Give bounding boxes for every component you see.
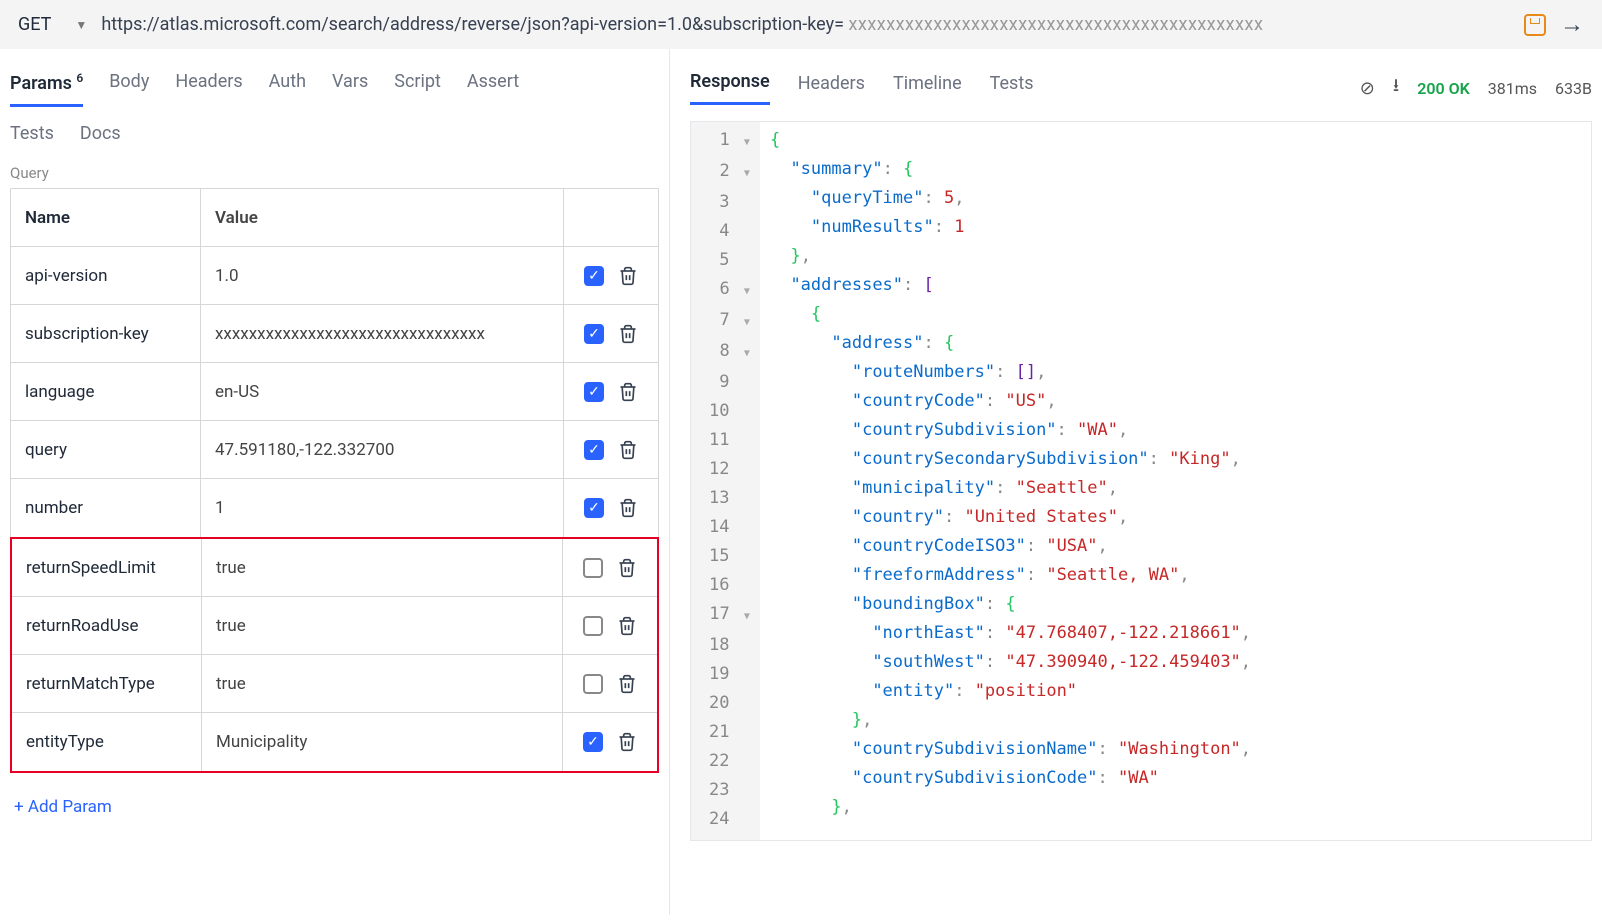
param-value[interactable]: true	[202, 539, 563, 596]
param-row: returnRoadUsetrue	[12, 597, 657, 655]
request-subtabs: Tests Docs	[6, 107, 663, 144]
param-row: subscription-keyxxxxxxxxxxxxxxxxxxxxxxxx…	[11, 305, 658, 363]
param-row: api-version1.0 ✓	[11, 247, 658, 305]
tab-response[interactable]: Response	[690, 71, 770, 105]
trash-icon[interactable]	[617, 731, 637, 753]
clear-icon[interactable]: ⊘	[1360, 78, 1375, 99]
param-actions	[563, 597, 657, 654]
subtab-docs[interactable]: Docs	[80, 123, 121, 144]
trash-icon[interactable]	[617, 615, 637, 637]
param-enabled-checkbox[interactable]: ✓	[584, 324, 604, 344]
col-header-actions	[564, 189, 658, 246]
add-param-button[interactable]: + Add Param	[6, 773, 663, 841]
param-enabled-checkbox[interactable]: ✓	[584, 382, 604, 402]
param-value[interactable]: en-US	[201, 363, 564, 420]
param-value[interactable]: 1.0	[201, 247, 564, 304]
param-value[interactable]: true	[202, 597, 563, 654]
param-value[interactable]: 1	[201, 479, 564, 537]
response-time: 381ms	[1488, 79, 1537, 98]
param-enabled-checkbox[interactable]: ✓	[584, 440, 604, 460]
param-table-header: Name Value	[11, 189, 658, 247]
tab-body[interactable]: Body	[109, 71, 149, 107]
param-enabled-checkbox[interactable]: ✓	[584, 266, 604, 286]
param-enabled-checkbox[interactable]	[583, 558, 603, 578]
save-icon[interactable]	[1524, 14, 1546, 36]
response-panel: Response Headers Timeline Tests ⊘ ⭳ 200 …	[670, 49, 1602, 915]
request-tabs: Params 6 Body Headers Auth Vars Script A…	[6, 49, 663, 107]
url-masked: xxxxxxxxxxxxxxxxxxxxxxxxxxxxxxxxxxxxxxxx…	[848, 14, 1263, 35]
param-actions: ✓	[564, 247, 658, 304]
response-body[interactable]: 1 ▼ 2 ▼ 3 4 5 6 ▼ 7 ▼ 8 ▼ 9 10 11 12 13 …	[690, 121, 1592, 841]
param-actions: ✓	[564, 479, 658, 537]
param-enabled-checkbox[interactable]: ✓	[584, 498, 604, 518]
tab-timeline[interactable]: Timeline	[893, 73, 962, 104]
trash-icon[interactable]	[618, 497, 638, 519]
param-value[interactable]: xxxxxxxxxxxxxxxxxxxxxxxxxxxxxxxx	[201, 305, 564, 362]
param-actions: ✓	[564, 305, 658, 362]
param-row: returnSpeedLimittrue	[12, 539, 657, 597]
param-name[interactable]: subscription-key	[11, 305, 201, 362]
trash-icon[interactable]	[617, 557, 637, 579]
subtab-tests[interactable]: Tests	[10, 123, 54, 144]
trash-icon[interactable]	[618, 381, 638, 403]
line-gutter: 1 ▼ 2 ▼ 3 4 5 6 ▼ 7 ▼ 8 ▼ 9 10 11 12 13 …	[691, 122, 760, 840]
param-row: returnMatchTypetrue	[12, 655, 657, 713]
response-tabs: Response Headers Timeline Tests ⊘ ⭳ 200 …	[690, 49, 1602, 105]
param-actions: ✓	[564, 363, 658, 420]
param-name[interactable]: entityType	[12, 713, 202, 771]
url-input[interactable]: https://atlas.microsoft.com/search/addre…	[101, 14, 1510, 35]
tab-tests[interactable]: Tests	[990, 73, 1034, 104]
trash-icon[interactable]	[617, 673, 637, 695]
tab-response-headers[interactable]: Headers	[798, 73, 865, 104]
param-value[interactable]: Municipality	[202, 713, 563, 771]
highlighted-param-group: returnSpeedLimittruereturnRoadUsetrueret…	[10, 537, 659, 773]
param-row: languageen-US ✓	[11, 363, 658, 421]
tab-params[interactable]: Params 6	[10, 71, 83, 107]
param-name[interactable]: returnRoadUse	[12, 597, 202, 654]
param-value[interactable]: true	[202, 655, 563, 712]
col-header-name: Name	[11, 189, 201, 246]
param-actions: ✓	[563, 713, 657, 771]
param-enabled-checkbox[interactable]	[583, 616, 603, 636]
param-name[interactable]: returnMatchType	[12, 655, 202, 712]
param-row: entityTypeMunicipality ✓	[12, 713, 657, 771]
url-bar: GET ▼ https://atlas.microsoft.com/search…	[0, 0, 1602, 49]
param-actions	[563, 539, 657, 596]
param-name[interactable]: returnSpeedLimit	[12, 539, 202, 596]
http-method-label: GET	[18, 14, 51, 35]
status-code: 200 OK	[1417, 79, 1470, 98]
trash-icon[interactable]	[618, 439, 638, 461]
tab-headers[interactable]: Headers	[175, 71, 242, 107]
download-icon[interactable]: ⭳	[1393, 73, 1399, 103]
col-header-value: Value	[201, 189, 564, 246]
chevron-down-icon: ▼	[75, 18, 87, 32]
tab-assert[interactable]: Assert	[467, 71, 519, 107]
tab-script[interactable]: Script	[394, 71, 441, 107]
query-section-label: Query	[6, 144, 663, 188]
param-table: Name Value api-version1.0✓subscription-k…	[10, 188, 659, 538]
param-name[interactable]: api-version	[11, 247, 201, 304]
trash-icon[interactable]	[618, 265, 638, 287]
param-row: query47.591180,-122.332700 ✓	[11, 421, 658, 479]
param-enabled-checkbox[interactable]	[583, 674, 603, 694]
param-actions	[563, 655, 657, 712]
param-name[interactable]: number	[11, 479, 201, 537]
param-value[interactable]: 47.591180,-122.332700	[201, 421, 564, 478]
code-content: { "summary": { "queryTime": 5, "numResul…	[760, 122, 1261, 840]
http-method-select[interactable]: GET ▼	[18, 14, 87, 35]
param-name[interactable]: language	[11, 363, 201, 420]
param-name[interactable]: query	[11, 421, 201, 478]
request-panel: Params 6 Body Headers Auth Vars Script A…	[0, 49, 670, 915]
param-enabled-checkbox[interactable]: ✓	[583, 732, 603, 752]
send-button[interactable]: →	[1560, 10, 1584, 39]
response-size: 633B	[1555, 79, 1592, 98]
param-row: number1 ✓	[11, 479, 658, 537]
trash-icon[interactable]	[618, 323, 638, 345]
url-plain: https://atlas.microsoft.com/search/addre…	[101, 14, 844, 35]
tab-vars[interactable]: Vars	[332, 71, 368, 107]
param-actions: ✓	[564, 421, 658, 478]
tab-auth[interactable]: Auth	[269, 71, 306, 107]
